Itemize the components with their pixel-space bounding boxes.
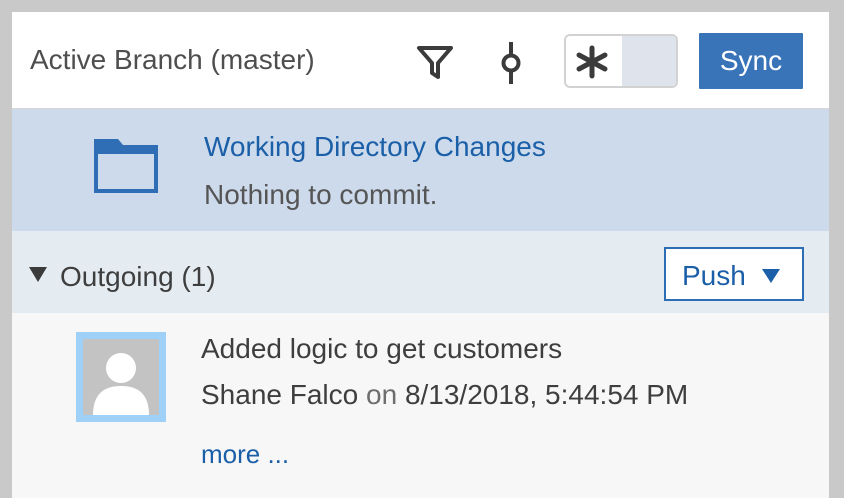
push-button[interactable]: Push xyxy=(664,247,804,301)
caret-down-icon xyxy=(29,267,47,282)
user-placeholder-icon xyxy=(83,339,159,415)
commit-author: Shane Falco xyxy=(201,379,359,410)
commit-date: 8/13/2018, 5:44:54 PM xyxy=(404,379,689,410)
folder-icon xyxy=(94,139,158,193)
toggle-track xyxy=(622,36,676,86)
commit-on-text: on xyxy=(366,379,398,410)
view-mode-toggle[interactable] xyxy=(564,34,678,88)
commit-list-item[interactable]: Added logic to get customers Shane Falco… xyxy=(12,313,829,498)
more-link[interactable]: more ... xyxy=(201,439,289,470)
working-directory-status: Nothing to commit. xyxy=(204,179,438,210)
sync-button[interactable]: Sync xyxy=(699,33,803,89)
commit-message: Added logic to get customers xyxy=(201,333,563,364)
asterisk-icon xyxy=(576,45,608,79)
push-label: Push xyxy=(682,260,746,291)
working-directory-title[interactable]: Working Directory Changes xyxy=(204,131,546,163)
working-directory-item[interactable]: Working Directory Changes Nothing to com… xyxy=(12,109,829,231)
git-commit-icon[interactable] xyxy=(498,42,524,84)
chevron-down-icon xyxy=(762,269,780,283)
filter-icon[interactable] xyxy=(416,44,454,82)
outgoing-label: Outgoing (1) xyxy=(60,261,216,292)
commit-meta: Shane Falco on 8/13/2018, 5:44:54 PM xyxy=(201,379,688,411)
outgoing-section-header: Outgoing (1) Push xyxy=(12,231,829,313)
avatar xyxy=(76,332,166,422)
git-panel: Active Branch (master) Sync Working Dire… xyxy=(12,12,829,498)
panel-header: Active Branch (master) Sync xyxy=(12,12,829,109)
active-branch-title: Active Branch (master) xyxy=(30,44,315,75)
